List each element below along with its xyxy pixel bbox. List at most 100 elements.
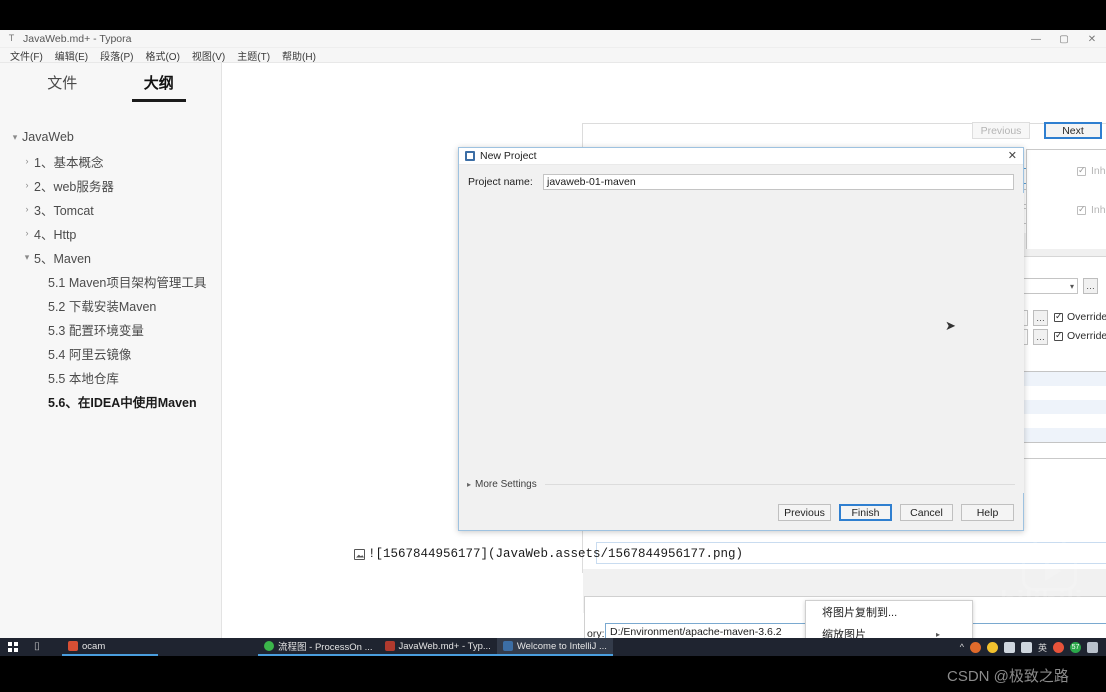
taskbar-item-ocam[interactable]: ocam	[62, 638, 158, 656]
outline-item-javaweb[interactable]: ▾ JavaWeb	[0, 125, 221, 149]
outline-list: ▾ JavaWeb › 1、基本概念 › 2、web服务器 › 3、Tomcat	[0, 111, 221, 413]
menu-item-theme[interactable]: 主题(T)	[231, 48, 276, 63]
chevron-down-icon[interactable]: ▾	[1070, 282, 1074, 291]
override-browse-1[interactable]: …	[1033, 310, 1048, 326]
finish-button[interactable]: Finish	[839, 504, 892, 521]
inherit-checkbox-row-2[interactable]: Inherit	[1077, 204, 1106, 216]
task-view-button[interactable]: ⌷	[26, 638, 48, 656]
outline-item-label: 5.6、在IDEA中使用Maven	[48, 395, 197, 410]
outline-item-5-3[interactable]: 5.3 配置环境变量	[0, 317, 221, 341]
outline-item-2[interactable]: › 2、web服务器	[0, 173, 221, 197]
chevron-right-icon[interactable]: ▸	[467, 480, 471, 489]
context-menu-item-scale-image[interactable]: 缩放图片 ▸	[806, 623, 972, 638]
chevron-up-icon[interactable]: ^	[960, 642, 964, 652]
maximize-button[interactable]: ▢	[1050, 30, 1078, 48]
markdown-image-text: ![1567844956177](JavaWeb.assets/15678449…	[368, 547, 744, 561]
markdown-image-line[interactable]: ![1567844956177](JavaWeb.assets/15678449…	[354, 547, 743, 561]
chevron-down-icon[interactable]: ▾	[8, 132, 22, 143]
checkbox-icon[interactable]	[1054, 311, 1063, 322]
chevron-down-icon[interactable]: ▾	[20, 252, 34, 263]
project-name-input[interactable]: javaweb-01-maven	[543, 174, 1014, 190]
menu-item-file[interactable]: 文件(F)	[4, 48, 49, 63]
new-project-dialog: New Project ✕ Project name: javaweb-01-m…	[458, 147, 1024, 531]
wizard-next-button[interactable]: Next	[1044, 122, 1102, 139]
outline-item-3[interactable]: › 3、Tomcat	[0, 197, 221, 221]
more-settings-toggle[interactable]: ▸ More Settings	[467, 479, 1015, 490]
outline-item-5-2[interactable]: 5.2 下载安装Maven	[0, 293, 221, 317]
menu-item-help[interactable]: 帮助(H)	[276, 48, 322, 63]
menu-item-view[interactable]: 视图(V)	[186, 48, 231, 63]
help-button[interactable]: Help	[961, 504, 1014, 521]
taskbar-item-intellij[interactable]: Welcome to IntelliJ ...	[496, 638, 613, 656]
wizard-previous-button[interactable]: Previous	[972, 122, 1030, 139]
play-icon	[1045, 561, 1061, 581]
checkbox-icon[interactable]	[1077, 204, 1086, 215]
close-button[interactable]: ✕	[1078, 30, 1106, 48]
tray-57-icon[interactable]: 57	[1070, 641, 1081, 653]
override-browse-button[interactable]: …	[1083, 278, 1098, 294]
action-center-icon[interactable]	[1087, 641, 1098, 653]
chevron-right-icon[interactable]: ›	[20, 204, 34, 214]
image-icon	[354, 548, 365, 560]
tab-files[interactable]: 文件	[47, 72, 77, 102]
outline-item-5[interactable]: ▾ 5、Maven	[0, 245, 221, 269]
dialog-titlebar: New Project ✕	[459, 148, 1023, 165]
override-checkbox-row-1[interactable]: Override	[1054, 311, 1106, 323]
inherit-panel: ✕ Inherit Inherit	[1026, 149, 1106, 249]
tab-outline[interactable]: 大纲	[131, 72, 186, 102]
typora-icon: T	[8, 33, 15, 43]
override-browse-2[interactable]: …	[1033, 329, 1048, 345]
outline-item-label: 4、Http	[34, 227, 77, 242]
taskbar-item-label: ocam	[82, 640, 106, 652]
chevron-right-icon[interactable]: ›	[20, 228, 34, 238]
volume-icon[interactable]	[1020, 641, 1032, 653]
intellij-icon	[465, 151, 475, 161]
checkbox-icon[interactable]	[1077, 165, 1086, 176]
cancel-button[interactable]: Cancel	[900, 504, 953, 521]
tray-app-icon[interactable]	[969, 641, 981, 653]
ocam-icon	[68, 641, 78, 651]
dialog-title: New Project	[480, 150, 537, 162]
dialog-body	[460, 193, 1024, 493]
tray-monitor-icon[interactable]	[1003, 641, 1015, 653]
outline-item-4[interactable]: › 4、Http	[0, 221, 221, 245]
watermark-csdn: CSDN @极致之路	[947, 668, 1069, 685]
outline-item-5-6[interactable]: 5.6、在IDEA中使用Maven	[0, 389, 221, 413]
menu-item-edit[interactable]: 编辑(E)	[49, 48, 94, 63]
outline-item-5-1[interactable]: 5.1 Maven项目架构管理工具	[0, 269, 221, 293]
context-menu-label: 缩放图片	[822, 629, 866, 638]
outline-item-1[interactable]: › 1、基本概念	[0, 149, 221, 173]
outline-item-5-4[interactable]: 5.4 阿里云镜像	[0, 341, 221, 365]
editor-content[interactable]: Previous Next Cancel Help ✕	[222, 63, 1106, 638]
context-menu-label: 将图片复制到...	[822, 607, 898, 619]
checkbox-icon[interactable]	[1054, 330, 1063, 341]
menu-item-paragraph[interactable]: 段落(P)	[94, 48, 139, 63]
menu-bar: 文件(F) 编辑(E) 段落(P) 格式(O) 视图(V) 主题(T) 帮助(H…	[0, 48, 1106, 63]
minimize-button[interactable]: —	[1022, 30, 1050, 48]
chevron-right-icon[interactable]: ›	[20, 156, 34, 166]
inherit-label: Inherit	[1091, 204, 1106, 216]
sogou-icon[interactable]	[1053, 641, 1064, 653]
override-checkbox-row-2[interactable]: Override	[1054, 330, 1106, 342]
taskbar-item-label: JavaWeb.md+ - Typ...	[398, 640, 491, 652]
tray-shield-icon[interactable]	[986, 641, 998, 653]
window-title: JavaWeb.md+ - Typora	[23, 32, 132, 45]
outline-item-5-5[interactable]: 5.5 本地仓库	[0, 365, 221, 389]
chevron-right-icon[interactable]: ›	[20, 180, 34, 190]
taskbar-item-processon[interactable]: 流程图 - ProcessOn ...	[258, 638, 379, 656]
typora-icon	[384, 641, 395, 651]
taskbar-item-typora[interactable]: JavaWeb.md+ - Typ...	[378, 638, 497, 656]
context-menu-item-copy-image[interactable]: 将图片复制到...	[806, 601, 972, 623]
sidebar-tabs: 文件 大纲	[0, 63, 221, 111]
typora-body: 文件 大纲 ▾ JavaWeb › 1、基本概念 › 2、web服务器 › 3、…	[0, 63, 1106, 638]
start-button[interactable]	[0, 638, 26, 656]
chevron-right-icon: ▸	[935, 629, 940, 639]
close-icon[interactable]: ✕	[1008, 149, 1017, 162]
inherit-checkbox-row-1[interactable]: Inherit	[1077, 165, 1106, 177]
ime-icon[interactable]: 英	[1038, 641, 1047, 654]
outline-item-label: 5.4 阿里云镜像	[48, 347, 132, 362]
previous-button[interactable]: Previous	[778, 504, 831, 521]
intellij-icon	[502, 641, 513, 651]
menu-item-format[interactable]: 格式(O)	[139, 48, 185, 63]
outline-item-label: JavaWeb	[22, 130, 74, 144]
